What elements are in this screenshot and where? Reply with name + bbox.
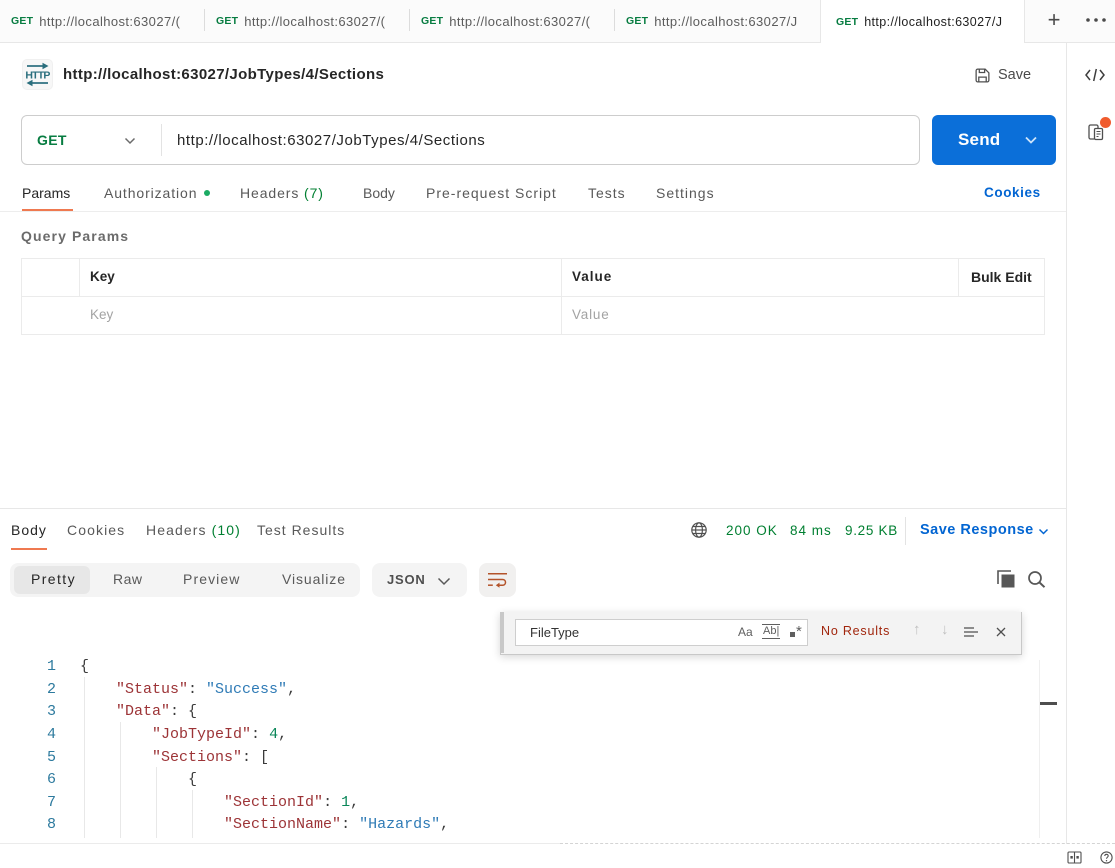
svg-text:HTTP: HTTP (25, 70, 50, 82)
